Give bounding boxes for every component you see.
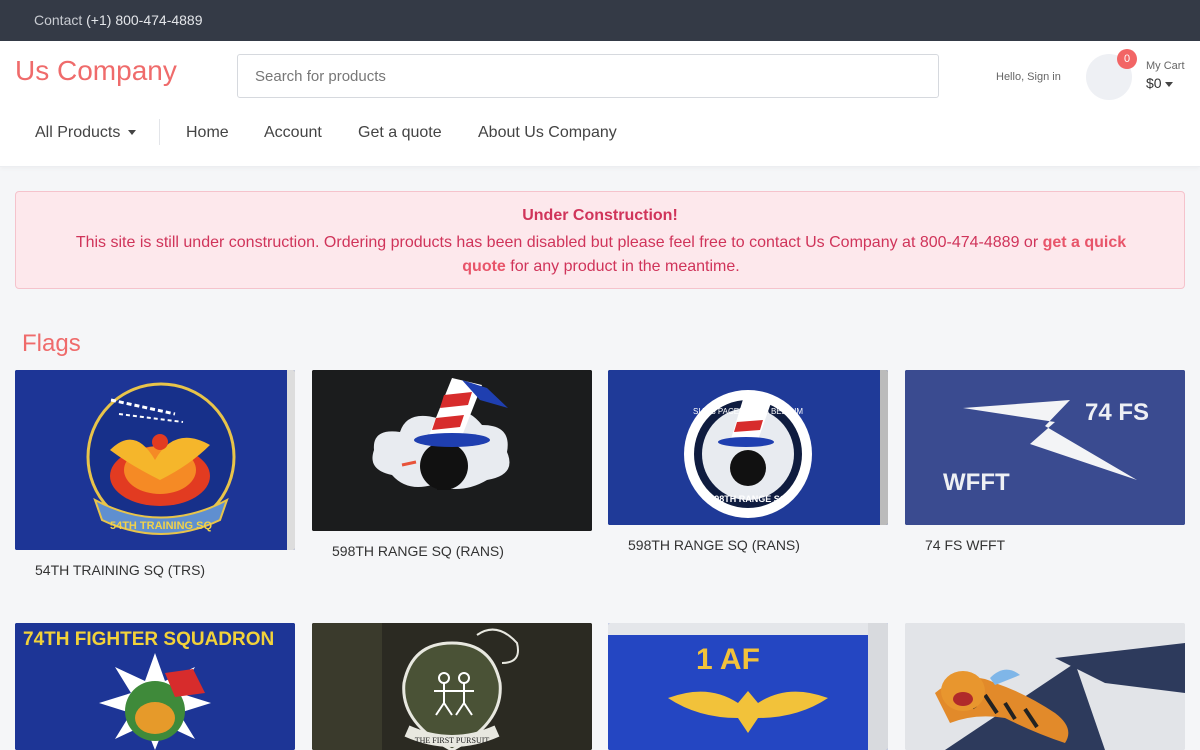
nav-about[interactable]: About Us Company [478, 124, 617, 142]
flag-74th-fighter-image: 74TH FIGHTER SQUADRON [15, 623, 295, 750]
emblem-text: THE FIRST PURSUIT [415, 736, 490, 745]
product-name[interactable]: 54TH TRAINING SQ (TRS) [35, 562, 205, 578]
product-card[interactable]: 74TH FIGHTER SQUADRON [15, 623, 295, 750]
flag-first-pursuit-image: THE FIRST PURSUIT [312, 623, 592, 750]
product-card[interactable]: THE FIRST PURSUIT [312, 623, 592, 750]
emblem-text: WFFT [943, 469, 1010, 496]
alert-body: This site is still under construction. O… [56, 231, 1146, 279]
alert-text-after: for any product in the meantime. [510, 258, 740, 275]
flag-54th-training-image: 54TH TRAINING SQ [15, 370, 295, 550]
nav-account[interactable]: Account [264, 124, 322, 142]
emblem-text: 598TH RANGE SQ [709, 494, 787, 504]
nav-divider [159, 119, 160, 145]
product-card[interactable]: 54TH TRAINING SQ 54TH TRAINING SQ (TRS) [15, 370, 295, 585]
cart-count-badge: 0 [1117, 49, 1137, 69]
product-card[interactable]: 1 AF [608, 623, 888, 750]
product-card[interactable]: SI VIS PACEM PARA BELLUM 598TH RANGE SQ … [608, 370, 888, 560]
product-image[interactable] [312, 370, 592, 531]
emblem-text: 74 FS [1085, 399, 1149, 426]
nav-all-products-label: All Products [35, 124, 121, 141]
product-card[interactable]: 598TH RANGE SQ (RANS) [312, 370, 592, 565]
cart-total-dropdown[interactable]: $0 [1146, 75, 1173, 91]
flag-flying-tiger-image [905, 623, 1185, 750]
brand-logo[interactable]: Us Company [15, 55, 177, 87]
cart-total-value: $0 [1146, 75, 1162, 91]
product-image[interactable]: 54TH TRAINING SQ [15, 370, 295, 550]
cart-label: My Cart [1146, 60, 1185, 72]
emblem-text: 54TH TRAINING SQ [110, 520, 213, 532]
contact-info: Contact (+1) 800-474-4889 [34, 12, 203, 28]
product-image[interactable]: 74TH FIGHTER SQUADRON [15, 623, 295, 750]
product-image[interactable]: THE FIRST PURSUIT [312, 623, 592, 750]
alert-title: Under Construction! [522, 207, 678, 224]
product-card[interactable]: 74 FS WFFT 74 FS WFFT [905, 370, 1185, 560]
product-image[interactable] [905, 623, 1185, 750]
flag-1af-image: 1 AF [608, 623, 888, 750]
top-bar: Contact (+1) 800-474-4889 [0, 0, 1200, 41]
emblem-text: 74TH FIGHTER SQUADRON [23, 629, 274, 650]
site-header: Us Company Hello, Sign in 0 My Cart $0 A… [0, 41, 1200, 167]
chevron-down-icon [127, 130, 136, 136]
nav-get-quote[interactable]: Get a quote [358, 124, 442, 142]
flag-598th-range-image: SI VIS PACEM PARA BELLUM 598TH RANGE SQ [608, 370, 888, 525]
emblem-text: SI VIS PACEM PARA BELLUM [693, 407, 803, 416]
contact-label: Contact [34, 12, 83, 28]
sign-in-link[interactable]: Hello, Sign in [996, 71, 1061, 83]
emblem-text: 1 AF [696, 643, 760, 676]
search-input[interactable] [237, 54, 939, 98]
nav-all-products[interactable]: All Products [35, 124, 136, 142]
main-nav: All Products Home Account Get a quote Ab… [0, 119, 1200, 145]
flag-598th-range-image [312, 370, 592, 531]
alert-text-before: This site is still under construction. O… [75, 234, 1039, 251]
product-card[interactable] [905, 623, 1185, 750]
construction-alert: Under Construction! This site is still u… [15, 191, 1185, 289]
nav-home[interactable]: Home [186, 124, 229, 142]
contact-phone[interactable]: (+1) 800-474-4889 [86, 12, 202, 28]
chevron-down-icon [1164, 81, 1173, 87]
section-title: Flags [22, 330, 81, 357]
product-name[interactable]: 598TH RANGE SQ (RANS) [332, 543, 504, 559]
product-image[interactable]: SI VIS PACEM PARA BELLUM 598TH RANGE SQ [608, 370, 888, 525]
product-name[interactable]: 74 FS WFFT [925, 537, 1005, 553]
flag-74fs-wfft-image: 74 FS WFFT [905, 370, 1185, 525]
product-name[interactable]: 598TH RANGE SQ (RANS) [628, 537, 800, 553]
product-image[interactable]: 1 AF [608, 623, 888, 750]
product-image[interactable]: 74 FS WFFT [905, 370, 1185, 525]
